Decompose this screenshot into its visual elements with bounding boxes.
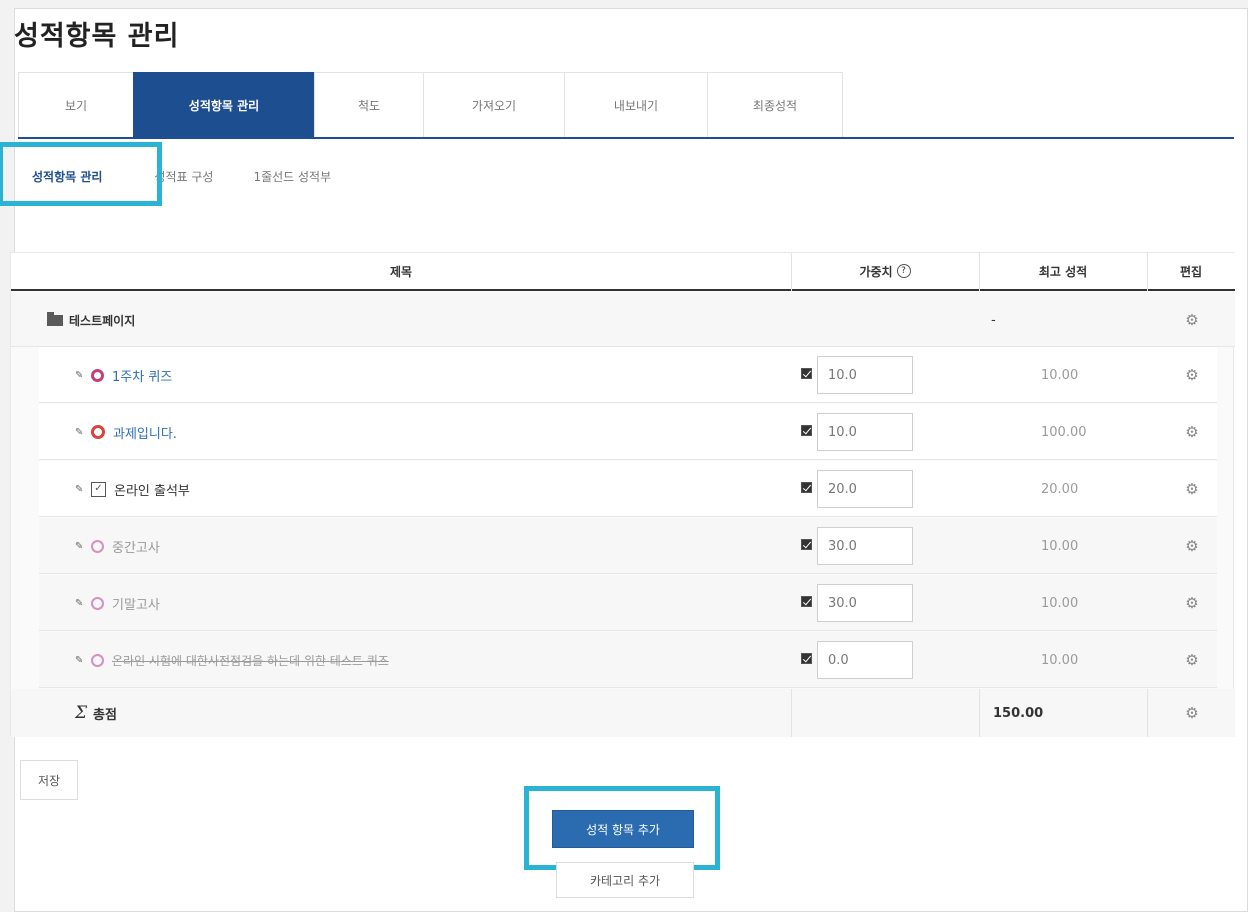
item-link[interactable]: 1주차 퀴즈 (112, 366, 172, 385)
folder-icon (47, 311, 63, 326)
subtab-gradebook[interactable]: 1줄선드 성적부 (233, 145, 351, 207)
category-max: - (991, 312, 996, 328)
weight-checkbox[interactable] (801, 653, 812, 664)
gear-icon[interactable]: ⚙ (1184, 481, 1200, 497)
move-icon[interactable]: ✎ (75, 655, 87, 666)
item-max-grade: 100.00 (1041, 424, 1087, 440)
gear-icon[interactable]: ⚙ (1184, 652, 1200, 668)
tab-export[interactable]: 내보내기 (564, 72, 708, 138)
item-link[interactable]: 중간고사 (112, 537, 160, 556)
total-row: Σ 총점 150.00 ⚙ (11, 689, 1235, 737)
gear-icon[interactable]: ⚙ (1184, 367, 1200, 383)
item-max-grade: 10.00 (1041, 595, 1079, 611)
table-header: 제목 가중치 ? 최고 성적 편집 (11, 253, 1235, 291)
table-row: ✎ 온라인 시험에 대한사전점검을 하는데 위한 테스트 퀴즈 10.00 ⚙ (39, 632, 1217, 688)
item-max-grade: 20.00 (1041, 481, 1079, 497)
highlight-box-subtab (0, 142, 162, 206)
category-name: 테스트페이지 (69, 313, 136, 328)
header-weight-label: 가중치 (859, 264, 893, 279)
weight-input[interactable] (817, 641, 913, 679)
main-tabs: 보기 성적항목 관리 척도 가져오기 내보내기 최종성적 (18, 72, 843, 138)
weight-checkbox[interactable] (801, 596, 812, 607)
tab-final-grades[interactable]: 최종성적 (707, 72, 843, 138)
save-button[interactable]: 저장 (20, 760, 78, 800)
attendance-icon: ✓ (91, 481, 106, 497)
grade-items-table: 제목 가중치 ? 최고 성적 편집 테스트페이지 - ⚙ ✎ 1주차 퀴즈 10… (10, 252, 1235, 737)
tab-grade-items[interactable]: 성적항목 관리 (133, 72, 315, 138)
quiz-icon (91, 539, 104, 553)
table-row: ✎ 기말고사 10.00 ⚙ (39, 575, 1217, 631)
item-max-grade: 10.00 (1041, 538, 1079, 554)
header-weight: 가중치 ? (791, 253, 979, 289)
move-icon[interactable]: ✎ (75, 484, 87, 495)
header-title: 제목 (389, 264, 413, 279)
weight-input[interactable] (817, 584, 913, 622)
table-row: ✎ 과제입니다. 100.00 ⚙ (39, 404, 1217, 460)
weight-input[interactable] (817, 527, 913, 565)
add-grade-item-button[interactable]: 성적 항목 추가 (552, 810, 694, 848)
weight-input[interactable] (817, 413, 913, 451)
total-max: 150.00 (993, 705, 1044, 721)
tab-view[interactable]: 보기 (18, 72, 134, 138)
quiz-icon (91, 653, 104, 667)
item-link[interactable]: 과제입니다. (113, 423, 177, 442)
tab-scales[interactable]: 척도 (314, 72, 424, 138)
item-link[interactable]: 기말고사 (112, 594, 160, 613)
assignment-icon (91, 425, 105, 439)
weight-input[interactable] (817, 356, 913, 394)
tab-import[interactable]: 가져오기 (423, 72, 565, 138)
page-title: 성적항목 관리 (14, 21, 180, 52)
quiz-icon (91, 368, 104, 382)
category-row: 테스트페이지 - ⚙ (11, 293, 1235, 347)
table-row: ✎ 중간고사 10.00 ⚙ (39, 518, 1217, 574)
move-icon[interactable]: ✎ (75, 598, 87, 609)
weight-input[interactable] (817, 470, 913, 508)
gear-icon[interactable]: ⚙ (1184, 595, 1200, 611)
item-link[interactable]: 온라인 시험에 대한사전점검을 하는데 위한 테스트 퀴즈 (112, 652, 389, 669)
category-gear-icon[interactable]: ⚙ (1184, 312, 1200, 328)
tabs-divider (18, 137, 1234, 139)
total-label: 총점 (93, 707, 117, 723)
quiz-icon (91, 596, 104, 610)
move-icon[interactable]: ✎ (75, 370, 87, 381)
weight-checkbox[interactable] (801, 368, 812, 379)
weight-checkbox[interactable] (801, 539, 812, 550)
header-max-grade: 최고 성적 (1038, 264, 1088, 279)
weight-checkbox[interactable] (801, 482, 812, 493)
weight-checkbox[interactable] (801, 425, 812, 436)
item-link[interactable]: 온라인 출석부 (114, 480, 190, 499)
help-icon[interactable]: ? (896, 264, 911, 278)
header-edit: 편집 (1179, 264, 1203, 279)
gear-icon[interactable]: ⚙ (1184, 424, 1200, 440)
total-gear-icon[interactable]: ⚙ (1184, 705, 1200, 721)
item-max-grade: 10.00 (1041, 367, 1079, 383)
gear-icon[interactable]: ⚙ (1184, 538, 1200, 554)
sigma-icon: Σ (75, 703, 88, 723)
move-icon[interactable]: ✎ (75, 427, 87, 438)
table-row: ✎ 1주차 퀴즈 10.00 ⚙ (39, 347, 1217, 403)
add-category-button[interactable]: 카테고리 추가 (556, 862, 694, 898)
item-max-grade: 10.00 (1041, 652, 1079, 668)
move-icon[interactable]: ✎ (75, 541, 87, 552)
table-row: ✎ ✓ 온라인 출석부 20.00 ⚙ (39, 461, 1217, 517)
